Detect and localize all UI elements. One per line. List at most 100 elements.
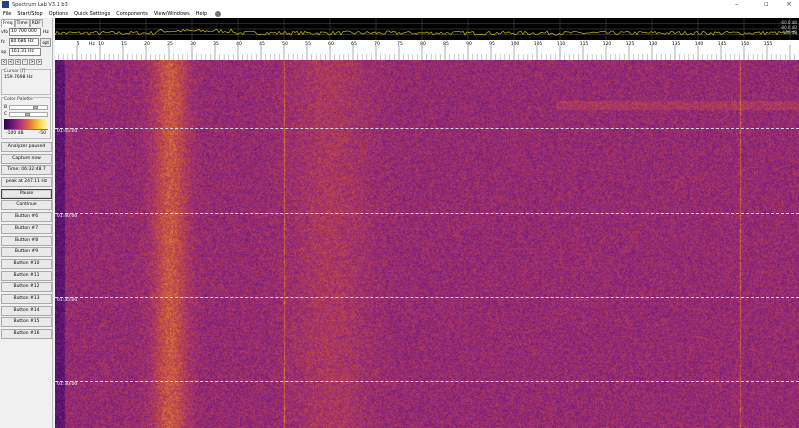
axis-tick-label: 20 xyxy=(144,41,150,47)
step-button[interactable]: < xyxy=(15,59,21,65)
step-button[interactable]: < xyxy=(1,59,7,65)
axis-tick-label: 10 xyxy=(98,41,104,47)
palette-max: -50 xyxy=(38,131,46,136)
time-label: 01:45:00 xyxy=(57,129,78,134)
menu-file[interactable]: File xyxy=(3,11,11,17)
axis-tick-label: 5 xyxy=(77,41,80,47)
axis-tick-label: 35 xyxy=(213,41,219,47)
time-marker-line xyxy=(55,381,799,382)
axis-tick-label: 40 xyxy=(236,41,242,47)
axis-unit: Hz xyxy=(89,41,95,47)
axis-tick-label: 30 xyxy=(190,41,196,47)
axis-tick-label: 140 xyxy=(695,41,704,47)
menu-quick-settings[interactable]: Quick Settings xyxy=(74,11,110,17)
sp-input[interactable]: 161.31 Hz xyxy=(9,48,41,56)
tab-freq[interactable]: Freq xyxy=(1,19,15,27)
axis-tick-label: 55 xyxy=(305,41,311,47)
custom-button-9[interactable]: Button #9 xyxy=(1,247,52,258)
continue-button[interactable]: Continue xyxy=(1,200,52,211)
time-label: 01:40:00 xyxy=(57,214,78,219)
axis-tick-label: 50 xyxy=(282,41,288,47)
vfo-label: vfo xyxy=(1,29,9,35)
menu-view-windows[interactable]: View/Windows xyxy=(154,11,190,17)
custom-button-10[interactable]: Button #10 xyxy=(1,258,52,269)
axis-tick-label: 105 xyxy=(534,41,543,47)
vfo-unit: Hz xyxy=(43,29,49,35)
axis-tick-label: 60 xyxy=(328,41,334,47)
axis-tick-label: 120 xyxy=(603,41,612,47)
axis-tick-label: 80 xyxy=(420,41,426,47)
custom-button-7[interactable]: Button #7 xyxy=(1,223,52,234)
axis-tick-label: 75 xyxy=(397,41,403,47)
waterfall-display[interactable] xyxy=(55,60,799,428)
frequency-axis[interactable]: 5 10 15 20 25 30 35 40 45 50 55 60 65 70 75 80 85 90 95 100… xyxy=(55,40,799,60)
fc-input[interactable]: 80.686 Hz xyxy=(8,38,40,46)
menu-start-stop[interactable]: Start/Stop xyxy=(17,11,42,17)
custom-button-11[interactable]: Button #11 xyxy=(1,270,52,281)
custom-button-12[interactable]: Button #12 xyxy=(1,282,52,293)
contrast-slider[interactable] xyxy=(9,111,48,117)
peak-button[interactable]: peak at 247.11 Hz xyxy=(1,177,52,188)
custom-button-15[interactable]: Button #15 xyxy=(1,317,52,328)
menu-components[interactable]: Components xyxy=(116,11,148,17)
step-button[interactable]: - xyxy=(22,59,28,65)
custom-button-6[interactable]: Button #6 xyxy=(1,212,52,223)
minimize-icon[interactable]: – xyxy=(735,0,739,9)
pause-button[interactable]: Pause xyxy=(1,188,52,199)
db-label: -100 dB xyxy=(781,30,797,35)
cursor-value: 159.7698 Hz xyxy=(4,75,33,80)
color-gradient xyxy=(4,119,48,129)
axis-tick-label: 135 xyxy=(672,41,681,47)
color-palette-title: Color Palette xyxy=(4,97,33,102)
close-icon[interactable]: × xyxy=(786,0,792,9)
time-button[interactable]: Time: 06:32:48.7 xyxy=(1,165,52,176)
axis-tick-label: 110 xyxy=(557,41,566,47)
window-title: Spectrum Lab V3.1 b3 xyxy=(12,1,68,8)
menu-help[interactable]: Help xyxy=(196,11,207,17)
time-label: 01:30:00 xyxy=(57,382,78,387)
axis-tick-label: 145 xyxy=(718,41,727,47)
custom-button-8[interactable]: Button #8 xyxy=(1,235,52,246)
axis-tick-label: 70 xyxy=(374,41,380,47)
spectrum-trace xyxy=(55,28,798,36)
fc-label: fc xyxy=(1,39,6,45)
axis-tick-label: 85 xyxy=(443,41,449,47)
capture-now-button[interactable]: Capture now xyxy=(1,153,52,164)
axis-tick-label: 100 xyxy=(511,41,520,47)
axis-tick-label: 115 xyxy=(580,41,589,47)
custom-button-13[interactable]: Button #13 xyxy=(1,293,52,304)
analyzer-status-button[interactable]: Analyzer paused xyxy=(1,142,52,152)
brightness-slider[interactable] xyxy=(9,104,48,110)
menu-options[interactable]: Options xyxy=(49,11,68,17)
maximize-icon[interactable]: ▫ xyxy=(764,0,769,9)
time-marker-line xyxy=(55,128,799,129)
cursor-group: Cursor [f] 159.7698 Hz xyxy=(1,69,51,95)
time-label: 01:35:00 xyxy=(57,298,78,303)
axis-tick-label: 150 xyxy=(741,41,750,47)
custom-button-16[interactable]: Button #16 xyxy=(1,329,52,339)
step-button[interactable]: > xyxy=(36,59,42,65)
custom-button-14[interactable]: Button #14 xyxy=(1,305,52,316)
tab-time[interactable]: Time xyxy=(14,19,30,27)
spectrum-graph[interactable]: -60.0 dB -80.0 dB -100 dB xyxy=(55,18,799,40)
menu-bar: File Start/Stop Options Quick Settings C… xyxy=(0,9,799,18)
tab-rdf[interactable]: RDF xyxy=(29,19,43,27)
axis-tick-label: 15 xyxy=(121,41,127,47)
axis-tick-label: 130 xyxy=(649,41,658,47)
axis-tick-label: 125 xyxy=(626,41,635,47)
step-button[interactable]: > xyxy=(29,59,35,65)
step-button[interactable]: < xyxy=(8,59,14,65)
time-marker-line xyxy=(55,213,799,214)
record-indicator-icon[interactable] xyxy=(215,10,222,17)
palette-min: -100 dB xyxy=(6,131,24,136)
vfo-input[interactable]: 10 700 000 xyxy=(9,28,41,36)
sp-label: sp xyxy=(1,49,7,55)
opt-button[interactable]: opt xyxy=(40,37,51,47)
app-icon xyxy=(2,1,9,8)
time-marker-line xyxy=(55,297,799,298)
axis-tick-label: 45 xyxy=(259,41,265,47)
axis-tick-label: 155 xyxy=(764,41,773,47)
color-palette-group: Color Palette B C -100 dB -50 xyxy=(1,97,51,139)
axis-tick-label: 95 xyxy=(489,41,495,47)
axis-tick-label: 90 xyxy=(466,41,472,47)
